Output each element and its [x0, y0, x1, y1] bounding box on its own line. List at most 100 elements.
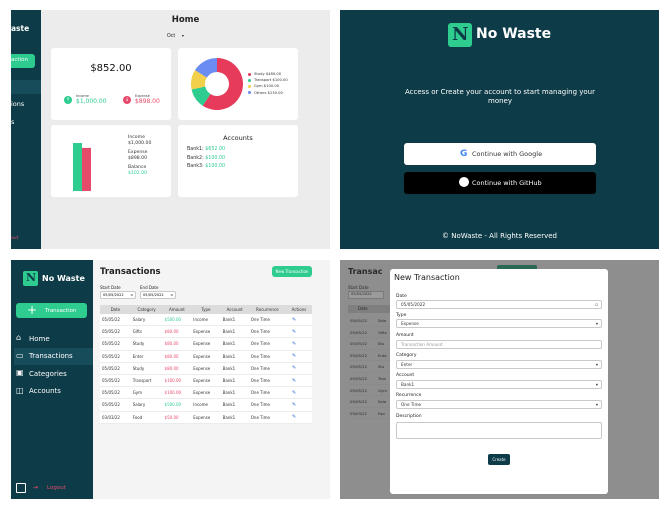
sidebar-item-home[interactable]: ⌂ Home [14, 330, 93, 348]
month-value: Oct [167, 34, 176, 39]
end-date-input[interactable]: 05/05/2022 ▫ [140, 291, 176, 299]
expense-donut-chart [191, 58, 243, 110]
table-cell: 05/05/22 [100, 398, 131, 412]
accounts-icon: ◫ [16, 385, 24, 395]
dashboard-screen: aste action ions s out Home Oct ▾ $852.0… [11, 10, 330, 249]
date-input[interactable]: 05/05/2022 ▫ [396, 300, 602, 309]
column-header-category: Category [130, 305, 163, 314]
create-button[interactable]: Create [488, 454, 510, 465]
bg-table-rows: 05/05/22 Sala 05/05/22 Gifts 05/05/22 Stu 05/0… [348, 315, 390, 420]
edit-pencil-icon[interactable]: ✎ [288, 329, 296, 335]
edit-pencil-icon[interactable]: ✎ [288, 390, 296, 396]
login-footer: © NoWaste - All Rights Reserved [442, 232, 557, 240]
sidebar-item-accounts[interactable]: s [11, 118, 14, 126]
bg-row-category: Ente [378, 352, 387, 358]
sidebar-item-categories[interactable]: ▣ Categories [14, 365, 93, 383]
row-actions: ✎ [285, 325, 312, 339]
transactions-table-wrapper: Date Category Amount Type Account Recurrence A… [100, 305, 312, 424]
add-transaction-label: action [11, 57, 28, 63]
google-icon: G [460, 149, 468, 159]
page-title: Transactions [100, 267, 161, 277]
bg-table-row: 05/05/22 Tran [348, 373, 390, 385]
column-header-actions: Actions [285, 305, 312, 314]
logout-icon: ⇥ [33, 484, 39, 491]
add-transaction-button[interactable]: action [11, 54, 35, 68]
bg-row-date: 05/05/22 [350, 329, 368, 335]
logout-link[interactable]: Logout [47, 485, 66, 491]
bg-table-row: 05/05/22 Stu [348, 338, 390, 350]
bg-start-date-label: Start Date [348, 285, 369, 290]
income-bar [73, 143, 82, 191]
table-cell: Bank1 [220, 314, 249, 327]
login-screen: N No Waste Access or Create your account… [340, 10, 659, 249]
category-select[interactable]: Enter ▾ [396, 360, 602, 369]
type-select[interactable]: Expense ▾ [396, 319, 602, 328]
legend-label: Gym $100.00 [254, 84, 280, 89]
card-icon: ▭ [16, 350, 24, 360]
table-cell: Expense [191, 411, 221, 424]
modal-title: New Transaction [394, 273, 460, 282]
edit-pencil-icon[interactable]: ✎ [288, 341, 296, 347]
table-cell: 05/05/22 [100, 386, 131, 400]
bg-row-date: 05/05/22 [350, 364, 368, 370]
table-cell: One Time [248, 314, 286, 327]
new-transaction-button[interactable]: New Transaction [272, 266, 312, 277]
edit-pencil-icon[interactable]: ✎ [288, 317, 296, 323]
sidebar-item-accounts[interactable]: ◫ Accounts [14, 383, 93, 401]
recurrence-label: Recurrence [396, 393, 422, 398]
continue-with-google-button[interactable]: G Continue with Google [404, 143, 596, 165]
income-arrow-icon: ↑ [64, 96, 72, 104]
bg-row-date: 03/03/22 [350, 410, 368, 416]
sidebar-item-label: Transactions [29, 352, 73, 360]
app-logo-icon: N [448, 23, 472, 47]
transactions-screen: N No Waste + Transaction ⌂ Home ▭ Transacti… [11, 260, 330, 499]
month-select[interactable]: Oct ▾ [167, 33, 184, 39]
bg-table-row: 05/05/22 Stu [348, 361, 390, 373]
transactions-table: Date Category Amount Type Account Recurrence A… [100, 305, 312, 424]
avatar-icon[interactable] [16, 483, 26, 493]
edit-pencil-icon[interactable]: ✎ [288, 365, 296, 371]
app-name: No Waste [42, 274, 85, 283]
income-value: $1,000.00 [76, 98, 107, 105]
transactions-sidebar: N No Waste + Transaction ⌂ Home ▭ Transacti… [11, 260, 93, 499]
edit-pencil-icon[interactable]: ✎ [288, 378, 296, 384]
row-actions: ✎ [285, 314, 312, 327]
amount-label: Amount [396, 333, 414, 338]
sidebar-item-label: Accounts [29, 387, 61, 395]
chevron-down-icon: ▾ [595, 402, 598, 407]
start-date-input[interactable]: 05/05/2022 ▫ [100, 291, 136, 299]
account-select[interactable]: Bank1 ▾ [396, 380, 602, 389]
bg-page-title: Transac [348, 267, 383, 276]
summary-income-value: $1,000.00 [128, 141, 152, 146]
edit-pencil-icon[interactable]: ✎ [288, 414, 296, 420]
new-transaction-modal: New Transaction Date 05/05/2022 ▫ Type Ex… [390, 269, 608, 494]
balance-value: $852.00 [90, 63, 132, 74]
sidebar-item-transactions[interactable]: ions [11, 100, 24, 108]
column-header-recurrence: Recurrence [248, 305, 286, 314]
logout-link[interactable]: out [11, 236, 18, 241]
row-actions: ✎ [285, 386, 312, 400]
account-name: Bank3: [187, 164, 204, 169]
table-cell: 05/05/22 [100, 350, 131, 363]
amount-input[interactable]: Transaction Amount [396, 340, 602, 349]
edit-pencil-icon[interactable]: ✎ [288, 353, 296, 359]
recurrence-select[interactable]: One Time ▾ [396, 400, 602, 409]
add-transaction-button[interactable]: + Transaction [16, 303, 87, 318]
sidebar-item-transactions[interactable]: ▭ Transactions [14, 347, 93, 365]
continue-with-github-button[interactable]: Continue with GitHub [404, 172, 596, 194]
account-balance: $100.00 [203, 164, 226, 169]
category-label: Category [396, 353, 417, 358]
account-value: Bank1 [401, 382, 415, 387]
row-actions: ✎ [285, 411, 312, 424]
bg-table-row: 05/05/22 Gifts [348, 327, 390, 339]
description-textarea[interactable] [396, 422, 602, 439]
legend-item: Others $130.00 [248, 90, 288, 96]
legend-label: Others $130.00 [254, 90, 283, 95]
accounts-card: Accounts Bank1: $652.00 Bank2: $100.00 Ban… [178, 125, 298, 197]
legend-dot-icon [248, 91, 251, 95]
sidebar-item-home-active[interactable] [11, 80, 41, 94]
edit-pencil-icon[interactable]: ✎ [288, 402, 296, 408]
bg-row-category: Stu [378, 341, 385, 347]
calendar-icon: ▫ [595, 302, 598, 307]
bg-date-header: Date [348, 305, 390, 313]
